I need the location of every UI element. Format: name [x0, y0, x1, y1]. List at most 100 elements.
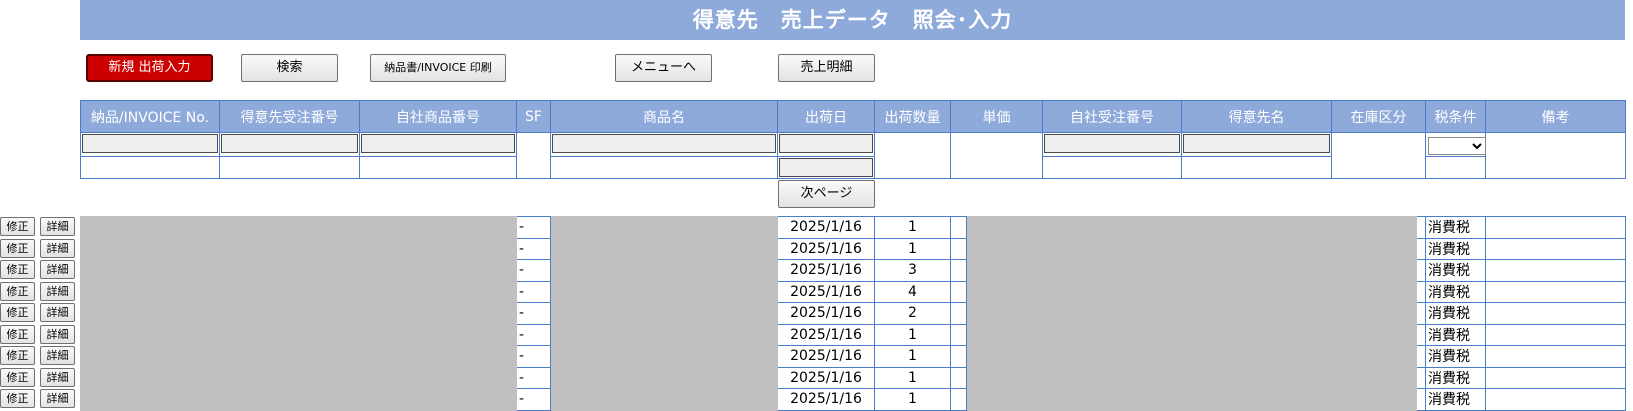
quantity-cell: 1	[874, 388, 951, 411]
column-header: 出荷数量	[874, 100, 951, 133]
results-table: -2025/1/16 1 消費税 -2025/1/16 1 消費税 -2025/1/16 3 消…	[80, 216, 1626, 411]
search-button[interactable]: 検索	[241, 54, 338, 82]
unit-price-cell	[950, 237, 967, 260]
detail-button[interactable]: 詳細	[40, 281, 75, 301]
stock-class-cell	[1416, 280, 1426, 303]
column-header: 自社商品番号	[359, 100, 517, 133]
next-page-button[interactable]: 次ページ	[778, 180, 875, 208]
redacted-cell	[966, 280, 1417, 303]
redacted-cell	[966, 366, 1417, 389]
redacted-cell	[80, 237, 517, 260]
invoice-no-input[interactable]	[82, 134, 218, 153]
redacted-cell	[80, 345, 517, 368]
sales-detail-button[interactable]: 売上明細	[778, 54, 875, 82]
sf-cell: -	[516, 366, 551, 389]
stock-class-cell	[1416, 237, 1426, 260]
tax-condition-cell: 消費税	[1425, 366, 1486, 389]
redacted-cell	[80, 259, 517, 282]
redacted-cell	[550, 216, 778, 239]
order-no-input[interactable]	[1044, 134, 1180, 153]
column-header: 出荷日	[777, 100, 875, 133]
table-row: - 2025/1/16 1 消費税	[80, 237, 1626, 260]
edit-button[interactable]: 修正	[0, 367, 35, 387]
edit-button[interactable]: 修正	[0, 281, 35, 301]
edit-button[interactable]: 修正	[0, 260, 35, 279]
tax-condition-cell: 消費税	[1425, 345, 1486, 368]
sf-cell: -	[516, 302, 551, 325]
redacted-cell	[550, 323, 778, 346]
remarks-cell	[1485, 237, 1626, 260]
sf-cell: -	[516, 237, 551, 260]
detail-button[interactable]: 詳細	[40, 346, 75, 365]
ship-date-cell: 2025/1/16	[777, 302, 875, 325]
customer-name-input[interactable]	[1183, 134, 1330, 153]
table-row: - 2025/1/16 1 消費税	[80, 366, 1626, 389]
ship-date-cell: 2025/1/16	[777, 237, 875, 260]
edit-button[interactable]: 修正	[0, 238, 35, 258]
redacted-cell	[80, 302, 517, 325]
product-no-input[interactable]	[361, 134, 515, 153]
redacted-cell	[966, 388, 1417, 411]
redacted-cell	[80, 366, 517, 389]
edit-button[interactable]: 修正	[0, 324, 35, 344]
stock-class-cell	[1416, 366, 1426, 389]
remarks-cell	[1485, 302, 1626, 325]
search-input-row	[80, 132, 1626, 179]
redacted-cell	[550, 302, 778, 325]
unit-price-cell	[950, 388, 967, 411]
table-row: - 2025/1/16 4 消費税	[80, 280, 1626, 303]
redacted-cell	[80, 280, 517, 303]
detail-button[interactable]: 詳細	[40, 303, 75, 322]
unit-price-cell	[950, 302, 967, 325]
stock-class-cell	[1416, 216, 1426, 239]
redacted-cell	[966, 345, 1417, 368]
edit-button[interactable]: 修正	[0, 303, 35, 322]
table-row: - 2025/1/16 1 消費税	[80, 216, 1626, 239]
product-name-input[interactable]	[552, 134, 776, 153]
menu-button[interactable]: メニューへ	[615, 54, 712, 82]
stock-class-cell	[1416, 388, 1426, 411]
unit-price-cell	[950, 345, 967, 368]
tax-condition-select[interactable]	[1428, 137, 1486, 155]
remarks-cell	[1485, 366, 1626, 389]
search-table: 納品/INVOICE No. 得意先受注番号 自社商品番号 SF 商品名 出荷日…	[80, 100, 1626, 179]
edit-button[interactable]: 修正	[0, 217, 35, 236]
new-shipment-button[interactable]: 新規 出荷入力	[86, 54, 213, 82]
ship-date-cell: 2025/1/16	[777, 280, 875, 303]
redacted-cell	[550, 366, 778, 389]
redacted-cell	[80, 388, 517, 411]
ship-date-cell: 2025/1/16	[777, 345, 875, 368]
search-header-row: 納品/INVOICE No. 得意先受注番号 自社商品番号 SF 商品名 出荷日…	[80, 100, 1626, 133]
edit-button[interactable]: 修正	[0, 346, 35, 365]
quantity-cell: 1	[874, 366, 951, 389]
edit-button[interactable]: 修正	[0, 389, 35, 408]
page-title: 得意先 売上データ 照会･入力	[80, 0, 1625, 40]
detail-button[interactable]: 詳細	[40, 260, 75, 279]
column-header: 単価	[950, 100, 1043, 133]
detail-button[interactable]: 詳細	[40, 367, 75, 387]
redacted-cell	[550, 237, 778, 260]
redacted-cell	[966, 216, 1417, 239]
remarks-cell	[1485, 345, 1626, 368]
quantity-cell: 2	[874, 302, 951, 325]
ship-date-from-input[interactable]	[779, 134, 873, 153]
ship-date-to-input[interactable]	[779, 158, 873, 177]
detail-button[interactable]: 詳細	[40, 389, 75, 408]
column-header: 得意先名	[1181, 100, 1332, 133]
quantity-cell: 1	[874, 216, 951, 239]
sf-cell: -	[516, 216, 551, 239]
detail-button[interactable]: 詳細	[40, 238, 75, 258]
remarks-cell	[1485, 323, 1626, 346]
sf-cell: -	[516, 280, 551, 303]
print-invoice-button[interactable]: 納品書/INVOICE 印刷	[370, 54, 506, 82]
customer-order-no-input[interactable]	[221, 134, 358, 153]
ship-date-cell: 2025/1/16	[777, 259, 875, 282]
detail-button[interactable]: 詳細	[40, 217, 75, 236]
redacted-cell	[80, 216, 517, 239]
detail-button[interactable]: 詳細	[40, 324, 75, 344]
column-header: 納品/INVOICE No.	[80, 100, 220, 133]
stock-class-cell	[1416, 302, 1426, 325]
unit-price-cell	[950, 259, 967, 282]
remarks-cell	[1485, 388, 1626, 411]
sf-cell: -	[516, 388, 551, 411]
